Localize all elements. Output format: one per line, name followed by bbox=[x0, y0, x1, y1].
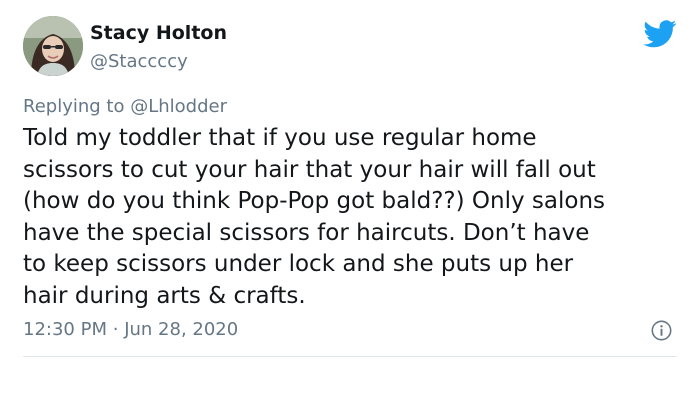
tweet-time: 12:30 PM bbox=[23, 319, 107, 340]
tweet-card: Stacy Holton @Staccccy Replying to @Lhlo… bbox=[0, 0, 700, 410]
tweet-text-line: scissors to cut your hair that your hair… bbox=[23, 156, 596, 183]
info-icon[interactable] bbox=[651, 320, 672, 341]
tweet-text-line: Told my toddler that if you use regular … bbox=[23, 125, 537, 151]
divider bbox=[23, 356, 677, 357]
tweet-text-line: to keep scissors under lock and she puts… bbox=[23, 251, 574, 277]
avatar-image bbox=[23, 16, 83, 76]
author-name[interactable]: Stacy Holton bbox=[90, 21, 227, 45]
tweet-text-line: (how do you think Pop-Pop got bald??) On… bbox=[23, 188, 606, 214]
reply-context: Replying to @Lhlodder bbox=[23, 95, 227, 119]
tweet-date: Jun 28, 2020 bbox=[124, 319, 239, 340]
avatar[interactable] bbox=[23, 16, 83, 76]
reply-mention-link[interactable]: @Lhlodder bbox=[130, 96, 227, 117]
timestamp-separator: · bbox=[112, 319, 119, 340]
twitter-bird-icon[interactable] bbox=[643, 20, 677, 48]
tweet-text-line: hair during arts & crafts. bbox=[23, 282, 306, 309]
author-handle[interactable]: @Staccccy bbox=[90, 50, 188, 74]
tweet-timestamp[interactable]: 12:30 PM · Jun 28, 2020 bbox=[23, 318, 238, 342]
reply-prefix: Replying to bbox=[23, 96, 125, 117]
tweet-text-line: have the special scissors for haircuts. … bbox=[23, 219, 590, 246]
tweet-text: Told my toddler that if you use regular … bbox=[23, 123, 683, 312]
